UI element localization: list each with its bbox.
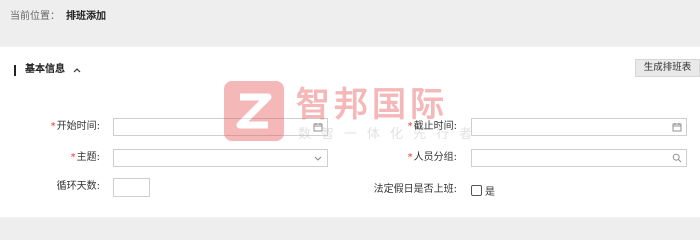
start-time-label: *开始时间: — [40, 118, 100, 136]
required-marker: * — [70, 152, 76, 163]
holiday-checkbox[interactable] — [471, 184, 482, 196]
group-input[interactable] — [471, 149, 687, 167]
required-marker: * — [407, 152, 413, 163]
chevron-down-icon[interactable] — [313, 153, 323, 163]
cycle-days-label: 循环天数: — [56, 181, 100, 192]
chevron-up-icon[interactable] — [72, 65, 82, 75]
group-label: *人员分组: — [395, 149, 457, 167]
end-time-label-text: 截止时间: — [413, 121, 457, 132]
section-marker — [14, 64, 16, 76]
holiday-checkbox-label: 是 — [485, 186, 495, 198]
breadcrumb-prefix: 当前位置： — [10, 11, 60, 22]
subject-select[interactable] — [113, 149, 328, 167]
calendar-icon[interactable] — [672, 122, 682, 132]
cycle-days-input[interactable] — [113, 178, 150, 197]
required-marker: * — [407, 121, 413, 132]
section-header[interactable]: 基本信息 — [14, 63, 82, 77]
calendar-icon[interactable] — [313, 122, 323, 132]
page-title: 排班添加 — [66, 11, 106, 22]
start-time-label-text: 开始时间: — [56, 121, 100, 132]
start-time-input[interactable] — [113, 118, 328, 136]
search-icon[interactable] — [672, 153, 682, 163]
subject-label: *主题: — [40, 149, 100, 167]
group-label-text: 人员分组: — [413, 152, 457, 163]
subject-label-text: 主题: — [76, 152, 100, 163]
holiday-option[interactable]: 是 — [471, 181, 495, 199]
breadcrumb: 当前位置： 排班添加 — [10, 10, 106, 24]
end-time-input[interactable] — [471, 118, 687, 136]
section-title: 基本信息 — [25, 64, 65, 75]
form-panel: 基本信息 生成排班表 *开始时间: *截止时间: *主题: *人员分组: 循环天… — [0, 47, 700, 217]
generate-schedule-button[interactable]: 生成排班表 — [635, 59, 700, 77]
end-time-label: *截止时间: — [395, 118, 457, 136]
required-marker: * — [50, 121, 56, 132]
holiday-label: 法定假日是否上班: — [373, 184, 457, 195]
